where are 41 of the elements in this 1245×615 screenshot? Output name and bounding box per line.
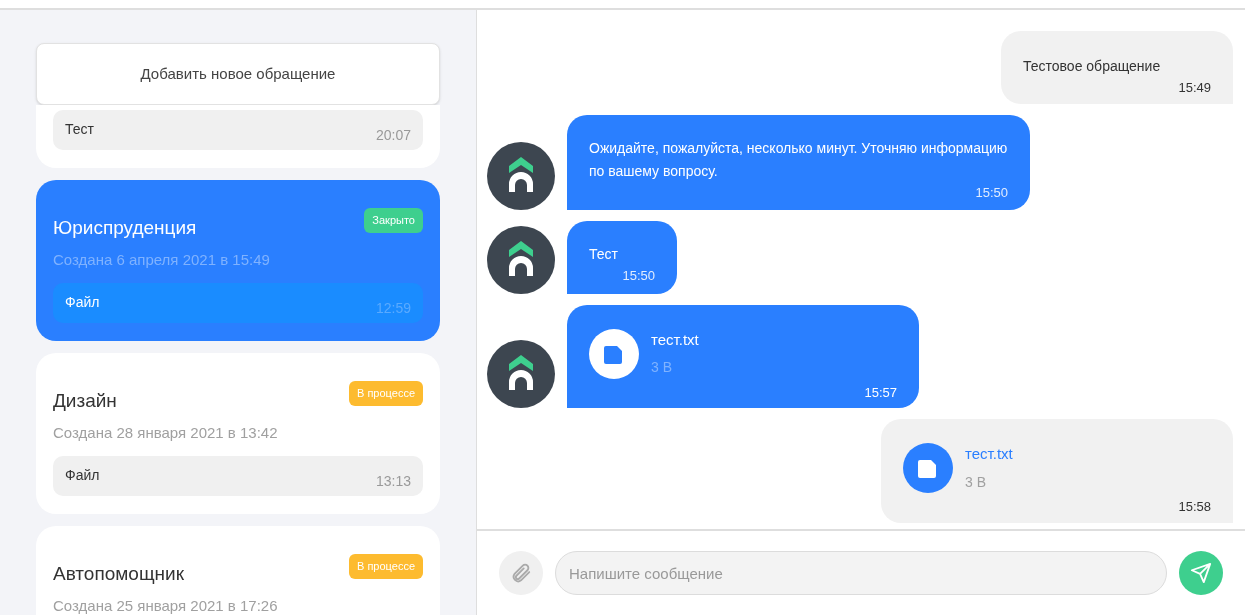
status-badge: Закрыто	[364, 208, 423, 233]
message-input-field[interactable]: Напишите сообщение	[555, 551, 1167, 595]
ticket-title: Автопомощник	[53, 562, 184, 586]
message-text: Тест	[589, 245, 619, 264]
ticket-date: Создана 6 апреля 2021 в 15:49	[53, 249, 271, 270]
file-name-link[interactable]: тест.txt	[651, 328, 699, 351]
avatar-logo-icon	[487, 225, 555, 294]
preview-text: Файл	[65, 293, 100, 312]
message-text: Ожидайте, пожалуйста, несколько минут. Уточняю информацию по вашему вопросу.	[589, 138, 1008, 181]
message-time: 15:50	[622, 267, 655, 285]
add-ticket-button[interactable]: Добавить новое обращение	[36, 43, 440, 105]
ticket-date: Создана 25 января 2021 в 17:26	[53, 595, 279, 615]
ticket-card[interactable]: Автопомощник В процессе Создана 25 января 2021 в 17:26	[36, 526, 440, 615]
file-size: 3 B	[965, 472, 987, 492]
attach-button[interactable]	[499, 551, 543, 595]
paperclip-icon	[510, 562, 532, 584]
ticket-title: Дизайн	[53, 389, 117, 413]
file-icon	[903, 443, 953, 493]
send-icon	[1190, 562, 1212, 584]
message-time: 15:57	[864, 383, 897, 402]
file-icon	[589, 328, 639, 379]
preview-time: 20:07	[375, 126, 411, 145]
preview-text: Файл	[65, 466, 100, 485]
send-button[interactable]	[1179, 551, 1223, 595]
ticket-card[interactable]: Тест 20:07	[36, 105, 440, 168]
message-time: 15:58	[1178, 498, 1211, 516]
ticket-title: Юриспруденция	[53, 216, 197, 240]
message-time: 15:50	[975, 183, 1008, 202]
file-size: 3 B	[651, 358, 673, 377]
ticket-card[interactable]: Юриспруденция Закрыто Создана 6 апреля 2021 в 15:49 Файл 12:59	[36, 180, 440, 341]
message-time: 15:49	[1178, 79, 1211, 97]
preview-time: 13:13	[375, 472, 411, 491]
avatar-logo-icon	[487, 142, 555, 210]
preview-time: 12:59	[375, 299, 411, 318]
ticket-date: Создана 28 января 2021 в 13:42	[53, 422, 279, 443]
avatar-logo-icon	[487, 340, 555, 408]
preview-text: Тест	[65, 120, 94, 139]
message-text: Тестовое обращение	[1023, 57, 1162, 76]
ticket-card[interactable]: Дизайн В процессе Создана 28 января 2021 в 13:42 Файл 13:13	[36, 353, 440, 514]
status-badge: В процессе	[349, 381, 423, 406]
status-badge: В процессе	[349, 554, 423, 579]
